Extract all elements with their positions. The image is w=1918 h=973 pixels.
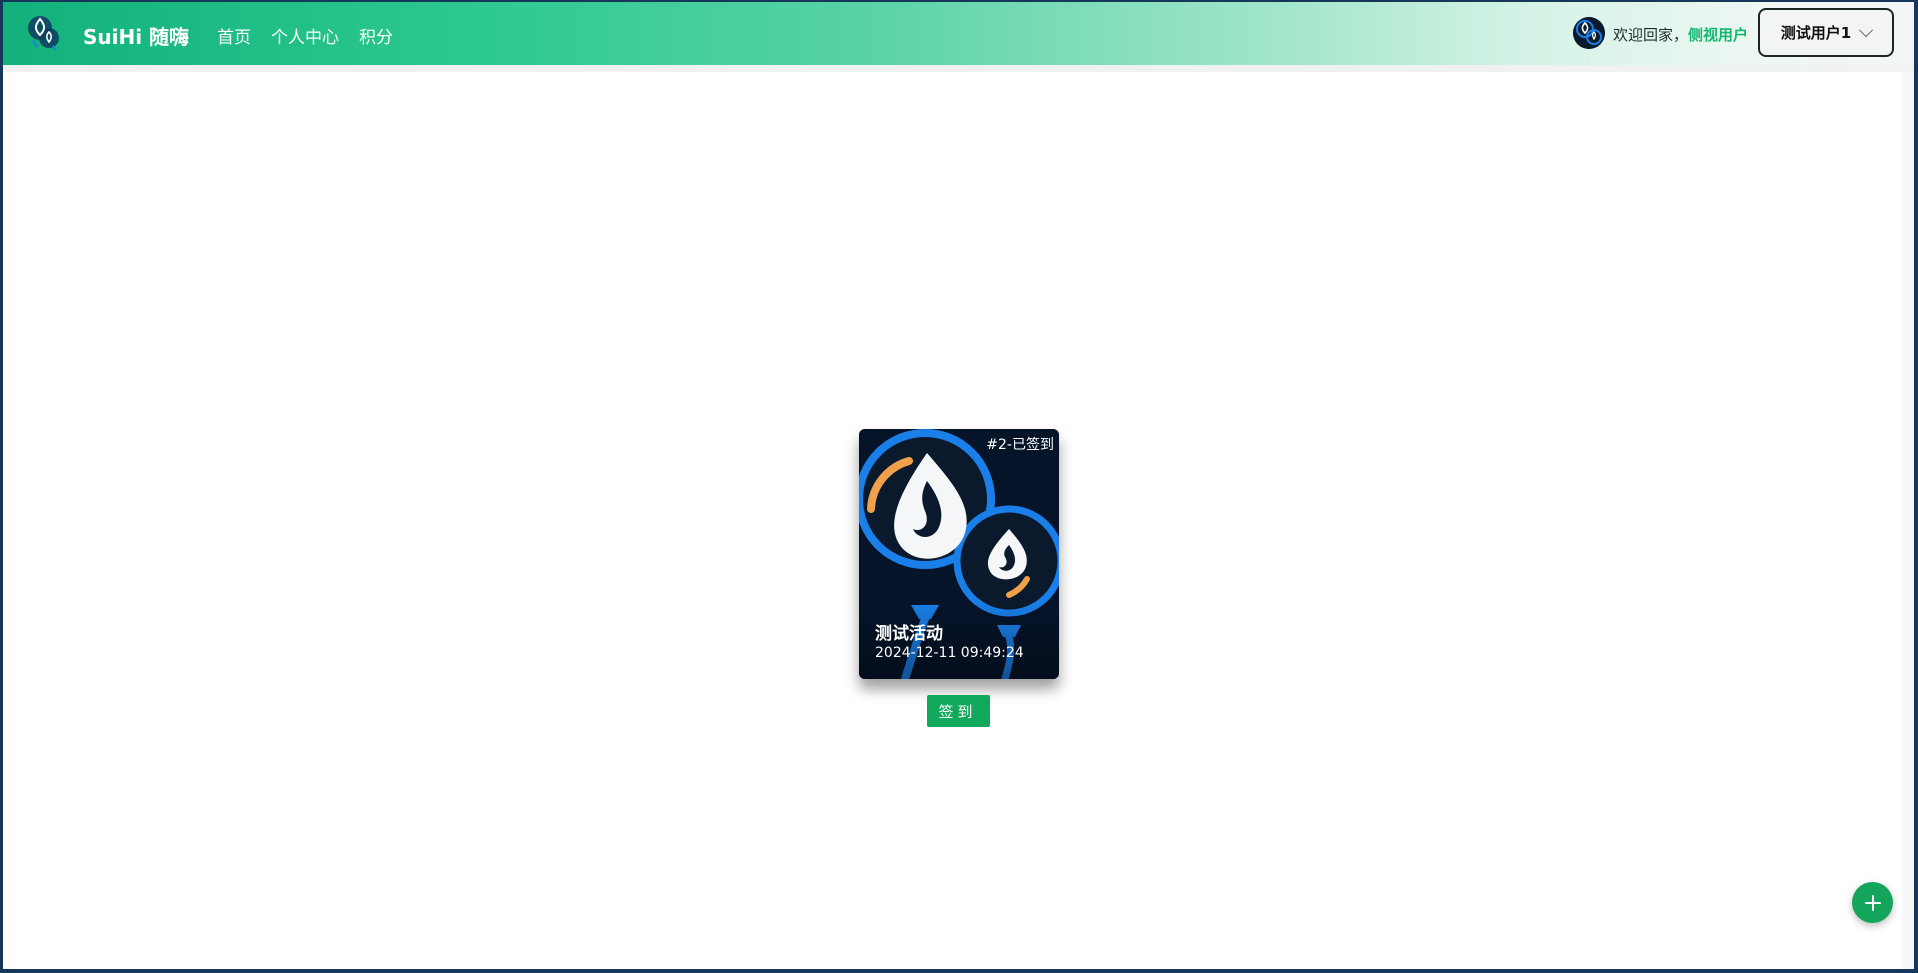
avatar[interactable] [1573,17,1605,49]
app-window: SuiHi 随嗨 首页 个人中心 积分 欢迎回家，侧视用户 测试用户1 #2-已… [3,2,1914,969]
welcome-prefix: 欢迎回家， [1613,26,1689,44]
add-activity-button[interactable] [1852,882,1893,923]
brand-name[interactable]: SuiHi 随嗨 [83,21,189,50]
nav-item-points[interactable]: 积分 [359,23,393,48]
activity-card[interactable]: #2-已签到 测试活动 2024-12-11 09:49:24 [859,429,1059,679]
checkin-button[interactable]: 签到 [927,695,990,727]
welcome-text: 欢迎回家，侧视用户 [1613,24,1748,45]
user-role: 侧视用户 [1688,26,1749,44]
main-nav: 首页 个人中心 积分 [217,23,393,48]
nav-item-home[interactable]: 首页 [217,23,251,48]
checkin-status-badge: #2-已签到 [986,437,1054,453]
account-name: 测试用户1 [1780,24,1852,42]
sui-avatar-icon [1573,17,1605,49]
top-header: SuiHi 随嗨 首页 个人中心 积分 欢迎回家，侧视用户 测试用户1 [3,2,1914,65]
sui-drop-logo-icon[interactable] [25,14,63,52]
nav-item-profile[interactable]: 个人中心 [271,23,339,48]
activity-time: 2024-12-11 09:49:24 [875,645,1024,661]
scrollbar-track[interactable] [1902,72,1914,969]
chevron-down-icon [1859,22,1874,37]
account-dropdown-button[interactable]: 测试用户1 [1758,8,1894,57]
plus-icon [1864,894,1881,911]
header-divider [3,65,1914,72]
activity-title: 测试活动 [875,624,943,644]
